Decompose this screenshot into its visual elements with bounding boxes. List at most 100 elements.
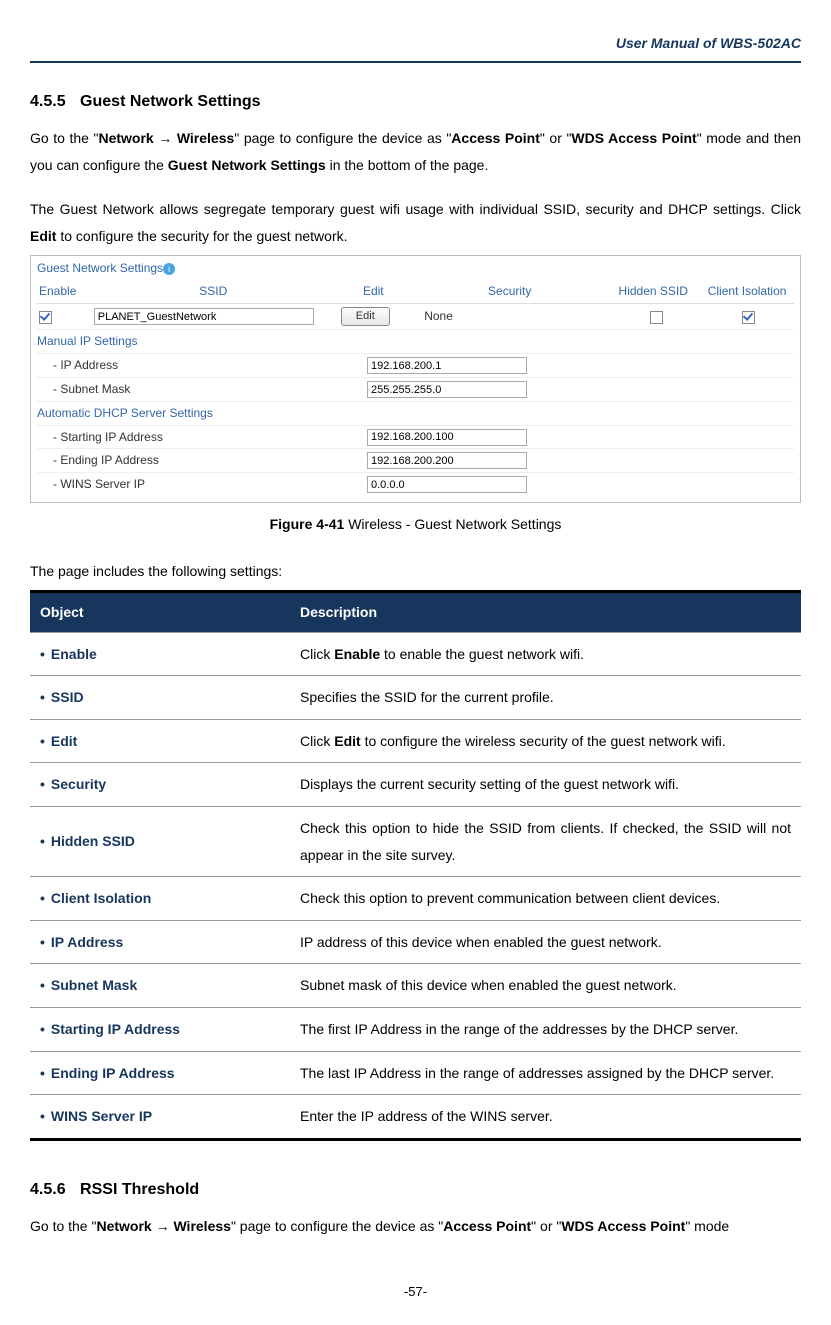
cell-description: IP address of this device when enabled t… — [290, 920, 801, 964]
table-row: •WINS Server IPEnter the IP address of t… — [30, 1095, 801, 1140]
col-header-ssid: SSID — [93, 280, 333, 303]
section-number: 4.5.6 — [30, 1181, 66, 1198]
cell-object: •Security — [30, 763, 290, 807]
ending-ip-input[interactable] — [367, 452, 527, 469]
text: " page to configure the device as " — [234, 130, 451, 146]
text-bold-wds: WDS Access Point — [571, 130, 696, 146]
cell-description: Subnet mask of this device when enabled … — [290, 964, 801, 1008]
text: Go to the " — [30, 130, 98, 146]
col-header-enable: Enable — [37, 280, 93, 303]
settings-intro: The page includes the following settings… — [30, 558, 801, 585]
row-subnet-mask: - Subnet Mask — [37, 377, 794, 401]
cell-object: •Client Isolation — [30, 877, 290, 921]
col-header-hidden: Hidden SSID — [606, 280, 700, 303]
cell-description: Check this option to prevent communicati… — [290, 877, 801, 921]
cell-object: •IP Address — [30, 920, 290, 964]
cell-object: •Hidden SSID — [30, 807, 290, 877]
figure-header-row: Enable SSID Edit Security Hidden SSID Cl… — [37, 280, 794, 304]
arrow-icon: → — [152, 1218, 174, 1234]
text-bold-edit: Edit — [30, 228, 56, 244]
manual-ip-heading: Manual IP Settings — [37, 330, 794, 353]
cell-object: •Enable — [30, 632, 290, 676]
section-number: 4.5.5 — [30, 93, 66, 110]
figure-guest-network: Guest Network Settingsi Enable SSID Edit… — [30, 255, 801, 503]
th-description: Description — [290, 592, 801, 633]
cell-description: The last IP Address in the range of addr… — [290, 1051, 801, 1095]
wins-ip-input[interactable] — [367, 476, 527, 493]
info-icon: i — [163, 263, 175, 275]
row-start-ip: - Starting IP Address — [37, 425, 794, 449]
figure-data-row: Edit None — [37, 304, 794, 330]
cell-description: Click Enable to enable the guest network… — [290, 632, 801, 676]
table-row: •Subnet MaskSubnet mask of this device w… — [30, 964, 801, 1008]
subnet-mask-input[interactable] — [367, 381, 527, 398]
table-row: •Client IsolationCheck this option to pr… — [30, 877, 801, 921]
ssid-input[interactable] — [94, 308, 314, 325]
cell-object: •WINS Server IP — [30, 1095, 290, 1140]
cell-description: Specifies the SSID for the current profi… — [290, 676, 801, 720]
edit-button[interactable]: Edit — [341, 307, 390, 326]
text: " or " — [531, 1218, 561, 1234]
text-bold-wireless: Wireless — [177, 130, 234, 146]
text-bold-ap: Access Point — [451, 130, 540, 146]
row-wins-ip: - WINS Server IP — [37, 472, 794, 496]
caption-text: Wireless - Guest Network Settings — [344, 516, 561, 532]
table-header-row: Object Description — [30, 592, 801, 633]
text: to configure the security for the guest … — [56, 228, 347, 244]
table-row: •Ending IP AddressThe last IP Address in… — [30, 1051, 801, 1095]
text-bold-network: Network — [98, 130, 153, 146]
cell-object: •Edit — [30, 719, 290, 763]
page-number: -57- — [30, 1280, 801, 1305]
starting-ip-input[interactable] — [367, 429, 527, 446]
paragraph-rssi: Go to the "Network → Wireless" page to c… — [30, 1213, 801, 1240]
text-bold-gns: Guest Network Settings — [168, 157, 326, 173]
table-row: •Hidden SSIDCheck this option to hide th… — [30, 807, 801, 877]
page-header: User Manual of WBS-502AC — [30, 30, 801, 63]
table-row: •EditClick Edit to configure the wireles… — [30, 719, 801, 763]
figure-title-text: Guest Network Settings — [37, 261, 163, 275]
col-header-security: Security — [413, 280, 606, 303]
cell-object: •Starting IP Address — [30, 1008, 290, 1052]
text: " or " — [540, 130, 572, 146]
text: in the bottom of the page. — [326, 157, 489, 173]
section-heading-rssi: 4.5.6 RSSI Threshold — [30, 1175, 801, 1205]
table-row: •SecurityDisplays the current security s… — [30, 763, 801, 807]
client-isolation-checkbox[interactable] — [742, 311, 755, 324]
label-wins: - WINS Server IP — [37, 473, 367, 496]
cell-object: •SSID — [30, 676, 290, 720]
security-value: None — [404, 305, 611, 328]
row-ip-address: - IP Address — [37, 353, 794, 377]
text-bold-wireless: Wireless — [173, 1218, 230, 1234]
figure-panel-title: Guest Network Settingsi — [37, 260, 794, 277]
col-header-ci: Client Isolation — [700, 280, 794, 303]
section-title: Guest Network Settings — [80, 93, 260, 110]
label-ip: - IP Address — [37, 354, 367, 377]
label-start-ip: - Starting IP Address — [37, 426, 367, 449]
enable-checkbox[interactable] — [39, 311, 52, 324]
text-bold-wds: WDS Access Point — [561, 1218, 685, 1234]
arrow-icon: → — [154, 130, 177, 146]
section-heading-guest: 4.5.5 Guest Network Settings — [30, 87, 801, 117]
hidden-ssid-checkbox[interactable] — [650, 311, 663, 324]
cell-description: Click Edit to configure the wireless sec… — [290, 719, 801, 763]
section-title: RSSI Threshold — [80, 1181, 199, 1198]
paragraph-intro-1: Go to the "Network → Wireless" page to c… — [30, 125, 801, 178]
text-bold-ap: Access Point — [443, 1218, 531, 1234]
paragraph-intro-2: The Guest Network allows segregate tempo… — [30, 196, 801, 249]
settings-table: Object Description •EnableClick Enable t… — [30, 590, 801, 1141]
cell-description: Enter the IP address of the WINS server. — [290, 1095, 801, 1140]
table-row: •IP AddressIP address of this device whe… — [30, 920, 801, 964]
cell-object: •Subnet Mask — [30, 964, 290, 1008]
cell-description: The first IP Address in the range of the… — [290, 1008, 801, 1052]
th-object: Object — [30, 592, 290, 633]
text: The Guest Network allows segregate tempo… — [30, 201, 801, 217]
label-end-ip: - Ending IP Address — [37, 449, 367, 472]
cell-object: •Ending IP Address — [30, 1051, 290, 1095]
cell-description: Check this option to hide the SSID from … — [290, 807, 801, 877]
figure-caption: Figure 4-41 Wireless - Guest Network Set… — [30, 511, 801, 538]
text: " page to configure the device as " — [231, 1218, 443, 1234]
table-row: •EnableClick Enable to enable the guest … — [30, 632, 801, 676]
dhcp-heading: Automatic DHCP Server Settings — [37, 401, 794, 425]
text: " mode — [685, 1218, 729, 1234]
ip-address-input[interactable] — [367, 357, 527, 374]
